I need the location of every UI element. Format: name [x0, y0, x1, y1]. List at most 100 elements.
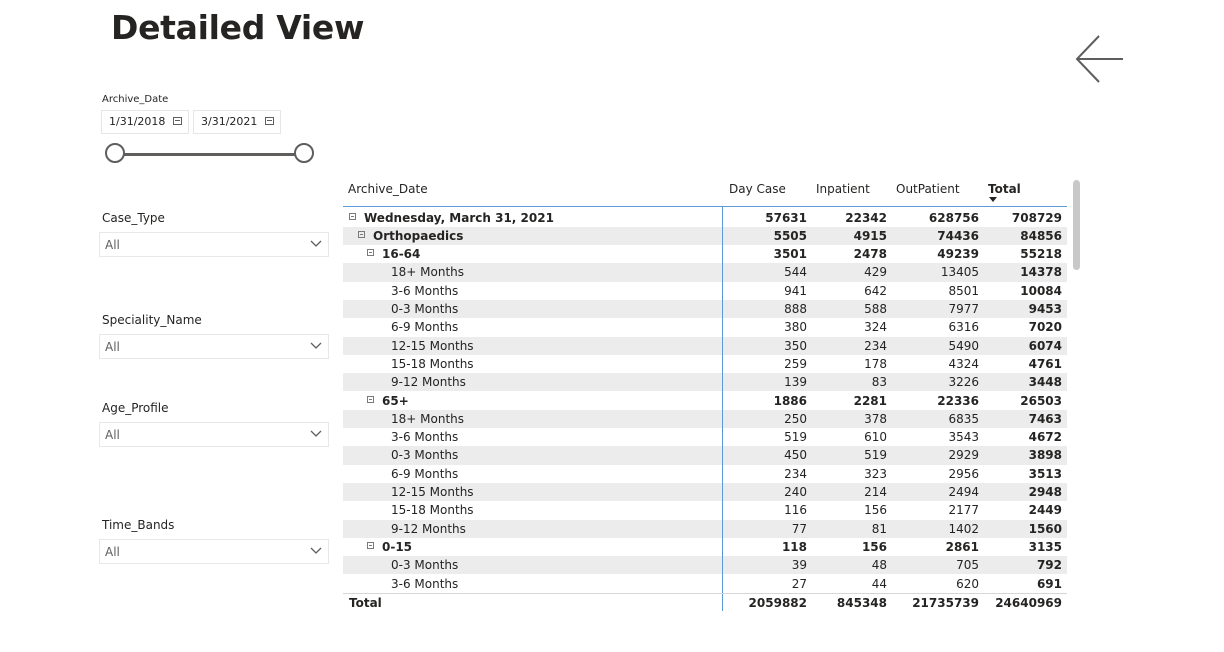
cell-total: 7020 [1028, 320, 1062, 335]
date-range-end-handle[interactable] [294, 143, 314, 163]
date-range-track[interactable] [116, 153, 305, 156]
collapse-icon[interactable] [349, 212, 356, 220]
cell-inpatient: 22342 [845, 210, 887, 225]
end-date-value: 3/31/2021 [201, 115, 258, 128]
cell-total: 792 [1036, 558, 1062, 573]
row-label: 12-15 Months [391, 338, 474, 353]
cell-inpatient: 378 [864, 411, 887, 426]
row-label: 0-15 [382, 539, 413, 554]
column-header-total[interactable]: Total [988, 182, 1021, 196]
collapse-icon[interactable] [367, 249, 374, 257]
header-divider [343, 206, 1067, 207]
table-row: 3-6 Months 519 610 3543 4672 [343, 428, 1067, 446]
speciality-name-dropdown[interactable]: All [99, 334, 329, 359]
cell-total: 3513 [1028, 466, 1062, 481]
collapse-icon[interactable] [367, 541, 374, 549]
time-bands-dropdown[interactable]: All [99, 539, 329, 564]
end-date-input[interactable]: 3/31/2021 [193, 110, 281, 134]
column-header-day-case[interactable]: Day Case [729, 182, 786, 196]
cell-total: 2948 [1028, 485, 1062, 499]
cell-total: 3898 [1028, 448, 1062, 463]
table-row: 0-3 Months 450 519 2929 3898 [343, 446, 1067, 465]
table-row: 9-12 Months 139 83 3226 3448 [343, 373, 1067, 392]
column-header-outpatient[interactable]: OutPatient [896, 182, 960, 196]
time-bands-label: Time_Bands [102, 518, 175, 532]
cell-total: 4672 [1028, 430, 1062, 445]
row-label: 18+ Months [391, 411, 465, 426]
matrix-scrollbar[interactable] [1073, 180, 1080, 270]
group-row: 65+ 1886 2281 22336 26503 [343, 392, 1067, 410]
case-type-dropdown[interactable]: All [99, 232, 329, 257]
cell-inpatient: 234 [864, 338, 887, 353]
cell-total: 708729 [1011, 210, 1062, 225]
grand-total-inpatient: 845348 [836, 596, 887, 610]
speciality-name-value: All [105, 340, 120, 354]
cell-inpatient: 178 [864, 356, 887, 371]
row-label: 12-15 Months [391, 485, 474, 499]
cell-inpatient: 610 [864, 430, 887, 445]
sort-descending-icon [989, 197, 997, 202]
table-row: 0-3 Months 888 588 7977 9453 [343, 300, 1067, 319]
cell-inpatient: 214 [864, 485, 887, 499]
row-label: 15-18 Months [391, 503, 474, 518]
row-label: 16-64 [382, 247, 421, 262]
column-header-inpatient[interactable]: Inpatient [816, 182, 870, 196]
cell-inpatient: 642 [864, 283, 887, 298]
table-row: 18+ Months 250 378 6835 7463 [343, 409, 1067, 428]
cell-inpatient: 2478 [853, 247, 887, 262]
table-row: 15-18 Months 116 156 2177 2449 [343, 501, 1067, 519]
table-row: 15-18 Months 259 178 4324 4761 [343, 355, 1067, 373]
table-row: 0-3 Months 39 48 705 792 [343, 556, 1067, 575]
table-row: 3-6 Months 27 44 620 691 [343, 575, 1067, 593]
date-range-start-handle[interactable] [105, 143, 125, 163]
table-row: 9-12 Months 77 81 1402 1560 [343, 519, 1067, 538]
group-row: Orthopaedics 5505 4915 74436 84856 [343, 226, 1067, 245]
calendar-icon[interactable] [265, 117, 274, 125]
grand-total-total: 24640969 [995, 596, 1062, 610]
cell-inpatient: 48 [871, 558, 887, 573]
speciality-name-label: Speciality_Name [102, 313, 202, 327]
back-arrow-icon[interactable] [1072, 32, 1128, 86]
case-type-label: Case_Type [102, 211, 165, 225]
cell-inpatient: 4915 [853, 228, 887, 243]
start-date-input[interactable]: 1/31/2018 [101, 110, 189, 134]
cell-total: 9453 [1028, 302, 1062, 316]
row-label: 3-6 Months [391, 283, 459, 298]
cell-total: 7463 [1028, 411, 1062, 426]
group-row: 16-64 3501 2478 49239 55218 [343, 245, 1067, 263]
cell-total: 3448 [1028, 375, 1062, 390]
row-label: 65+ [382, 393, 409, 408]
group-row: 0-15 118 156 2861 3135 [343, 538, 1067, 556]
row-label: 18+ Months [391, 265, 465, 280]
column-header-archive-date[interactable]: Archive_Date [348, 182, 428, 196]
row-label: 6-9 Months [391, 466, 459, 481]
cell-total: 26503 [1020, 393, 1062, 408]
age-profile-label: Age_Profile [102, 401, 169, 415]
row-label: 9-12 Months [391, 375, 466, 390]
chevron-down-icon [310, 342, 322, 349]
collapse-icon[interactable] [367, 395, 374, 403]
table-row: 6-9 Months 380 324 6316 7020 [343, 318, 1067, 336]
cell-inpatient: 2281 [853, 393, 887, 408]
cell-total: 3135 [1028, 539, 1062, 554]
cell-inpatient: 519 [864, 448, 887, 463]
cell-total: 691 [1036, 576, 1062, 591]
row-label: 0-3 Months [391, 302, 459, 316]
grand-total-label: Total [349, 596, 382, 610]
chevron-down-icon [310, 547, 322, 554]
grand-total-row: Total 2059882 845348 21735739 24640969 [343, 593, 1067, 612]
cell-total: 55218 [1020, 247, 1062, 262]
row-label: 0-3 Months [391, 558, 459, 573]
collapse-icon[interactable] [358, 230, 365, 238]
row-label: 6-9 Months [391, 320, 459, 335]
age-profile-dropdown[interactable]: All [99, 422, 329, 447]
cell-inpatient: 156 [861, 539, 887, 554]
time-bands-value: All [105, 545, 120, 559]
calendar-icon[interactable] [173, 117, 182, 125]
cell-inpatient: 81 [871, 521, 887, 536]
cell-total: 84856 [1020, 228, 1062, 243]
cell-inpatient: 156 [864, 503, 887, 518]
cell-total: 6074 [1028, 338, 1062, 353]
date-slicer-label: Archive_Date [102, 94, 169, 105]
cell-inpatient: 429 [864, 265, 887, 280]
